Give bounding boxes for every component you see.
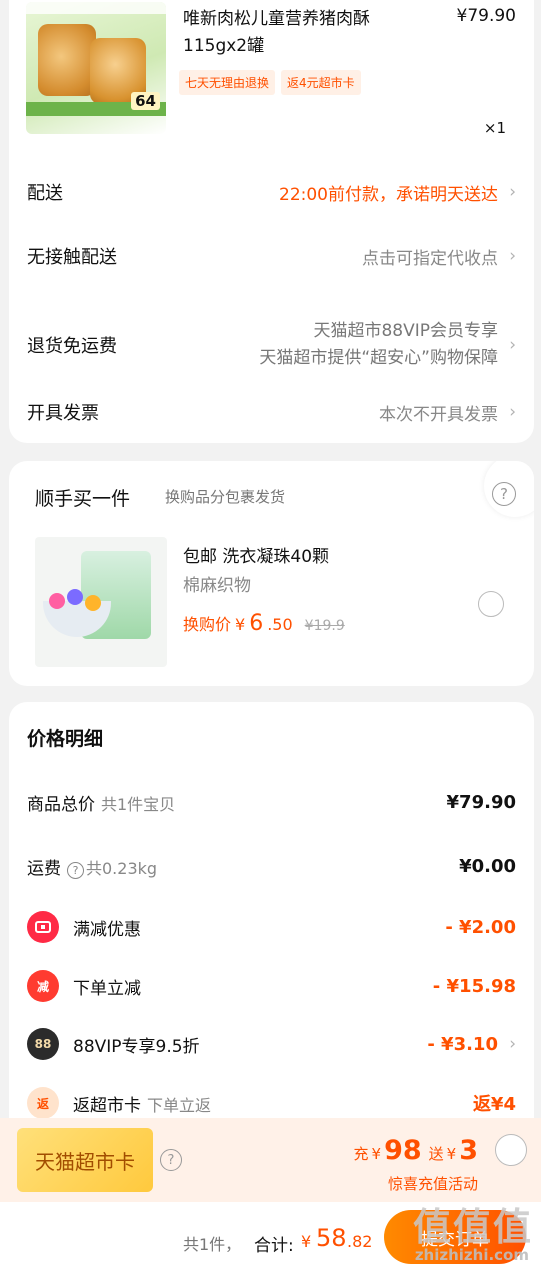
discount-value: - ¥15.98: [432, 975, 516, 997]
discount-label: 88VIP专享9.5折: [73, 1036, 200, 1057]
swap-price-decimal: .50: [267, 615, 293, 634]
discount-row: 减 下单立减 - ¥15.98: [9, 970, 534, 1002]
watermark-url: zhizhizhi.com: [414, 1246, 529, 1264]
thumb-banner: [26, 2, 166, 14]
bonus-word: 送: [428, 1145, 444, 1163]
addon-item-name[interactable]: 包邮 洗衣凝珠40颗: [183, 542, 329, 567]
delivery-row[interactable]: 配送 22:00前付款，承诺明天送达 ›: [9, 172, 534, 212]
help-icon[interactable]: ?: [67, 861, 84, 879]
total-decimal: .82: [347, 1232, 373, 1251]
watermark: 值值值: [412, 1205, 533, 1249]
bonus-amount: 3: [459, 1135, 478, 1166]
row-label: 无接触配送: [27, 247, 117, 268]
price-detail-title: 价格明细: [27, 728, 104, 750]
addon-title: 顺手买一件: [35, 488, 131, 510]
goods-count: 共1件宝贝: [101, 794, 176, 814]
jar-graphic: [38, 24, 96, 96]
total-label: 合计:: [254, 1236, 294, 1256]
cashback-row: 返 返超市卡 下单立返 返¥4: [9, 1087, 534, 1119]
discount-value: - ¥2.00: [445, 916, 516, 938]
total-integer: 58: [316, 1224, 347, 1252]
cashback-icon: 返: [27, 1087, 59, 1119]
gift-card-badge: 天猫超市卡: [17, 1128, 153, 1192]
discount-label: 满减优惠: [73, 919, 141, 940]
vip-88-icon: 88: [27, 1028, 59, 1060]
line-label: 商品总价 共1件宝贝: [27, 790, 175, 815]
thumb-price: 64: [131, 92, 160, 110]
pod-graphic: [85, 595, 101, 611]
contactless-delivery-row[interactable]: 无接触配送 点击可指定代收点 ›: [9, 236, 534, 276]
chevron-right-icon: ›: [509, 246, 516, 266]
product-quantity: ×1: [483, 119, 506, 137]
cashback-label: 返超市卡: [73, 1095, 141, 1116]
total-currency: ¥: [301, 1232, 312, 1251]
chevron-right-icon: ›: [509, 402, 516, 422]
invoice-row[interactable]: 开具发票 本次不开具发票 ›: [9, 392, 534, 432]
help-icon[interactable]: ?: [492, 482, 516, 506]
order-card: 64 唯新肉松儿童营养猪肉酥115gx2罐 ¥79.90 七天无理由退换 返4元…: [9, 0, 534, 443]
row-label: 开具发票: [27, 403, 99, 424]
addon-item-image[interactable]: [35, 537, 167, 667]
row-value: 天猫超市88VIP会员专享 天猫超市提供“超安心”购物保障: [259, 318, 498, 372]
promo-link[interactable]: 惊喜充值活动: [388, 1173, 478, 1194]
charge-amount: 98: [384, 1135, 422, 1166]
product-tag: 返4元超市卡: [281, 70, 361, 95]
goods-total-label: 商品总价: [27, 794, 95, 815]
discount-label: 下单立减: [73, 978, 141, 999]
swap-price-label: 换购价: [183, 615, 232, 634]
row-value: 22:00前付款，承诺明天送达: [279, 184, 498, 205]
cashback-sub: 下单立返: [147, 1095, 212, 1115]
pod-graphic: [67, 589, 83, 605]
addon-select-radio[interactable]: [478, 591, 504, 617]
row-value: 点击可指定代收点: [362, 248, 498, 269]
item-count: 共1件，: [183, 1235, 242, 1254]
shipping-value: ¥0.00: [459, 855, 516, 877]
line-label: 运费? 共0.23kg: [27, 854, 157, 879]
charge-currency: ¥: [371, 1145, 382, 1163]
coupon-icon: [27, 911, 59, 943]
instant-discount-icon: 减: [27, 970, 59, 1002]
product-title[interactable]: 唯新肉松儿童营养猪肉酥115gx2罐: [183, 6, 413, 60]
cashback-value: 返¥4: [472, 1094, 516, 1115]
original-price: ¥19.9: [304, 618, 345, 634]
bonus-currency: ¥: [446, 1145, 457, 1163]
product-price: ¥79.90: [456, 6, 516, 26]
swap-price-currency: ¥: [235, 615, 246, 634]
discount-value: - ¥3.10: [427, 1033, 498, 1055]
promo-select-radio[interactable]: [495, 1134, 527, 1166]
gift-card-promo[interactable]: 天猫超市卡 ? 充 ¥ 98 送 ¥ 3 惊喜充值活动: [0, 1118, 541, 1202]
row-value-line: 天猫超市提供“超安心”购物保障: [259, 348, 498, 368]
shipping-label: 运费: [27, 858, 61, 879]
help-icon[interactable]: ?: [160, 1149, 182, 1171]
row-label: 退货免运费: [27, 336, 117, 357]
free-return-row[interactable]: 退货免运费 天猫超市88VIP会员专享 天猫超市提供“超安心”购物保障 ›: [9, 315, 534, 375]
row-value: 本次不开具发票: [379, 404, 498, 425]
goods-total-value: ¥79.90: [446, 791, 516, 813]
product-image[interactable]: 64: [26, 2, 166, 134]
row-value-line: 天猫超市88VIP会员专享: [313, 321, 498, 341]
chevron-right-icon: ›: [509, 335, 516, 355]
row-label: 配送: [27, 183, 63, 204]
shipping-row: 运费? 共0.23kg ¥0.00: [9, 851, 534, 881]
addon-subtitle: 换购品分包裹发货: [165, 488, 286, 506]
product-tags: 七天无理由退换 返4元超市卡: [179, 70, 361, 95]
goods-total-row: 商品总价 共1件宝贝 ¥79.90: [9, 787, 534, 817]
vip-discount-row[interactable]: 88 88VIP专享9.5折 - ¥3.10 ›: [9, 1028, 534, 1060]
chevron-right-icon: ›: [509, 182, 516, 202]
addon-card: 顺手买一件 换购品分包裹发货 ? 包邮 洗衣凝珠40颗 棉麻织物 换购价 ¥ 6…: [9, 461, 534, 686]
shipping-weight: 共0.23kg: [86, 858, 158, 878]
price-detail-card: 价格明细 商品总价 共1件宝贝 ¥79.90 运费? 共0.23kg ¥0.00 满…: [9, 702, 534, 1142]
line-label: 返超市卡 下单立返: [73, 1091, 211, 1116]
pod-graphic: [49, 593, 65, 609]
promo-offer: 充 ¥ 98 送 ¥ 3: [354, 1135, 479, 1166]
addon-item-spec: 棉麻织物: [183, 576, 251, 596]
discount-row: 满减优惠 - ¥2.00: [9, 911, 534, 943]
product-tag: 七天无理由退换: [179, 70, 276, 95]
swap-price-integer: 6: [249, 611, 264, 636]
charge-word: 充: [353, 1145, 369, 1163]
addon-price: 换购价 ¥ 6.50 ¥19.9: [183, 611, 345, 636]
chevron-right-icon: ›: [509, 1034, 516, 1054]
